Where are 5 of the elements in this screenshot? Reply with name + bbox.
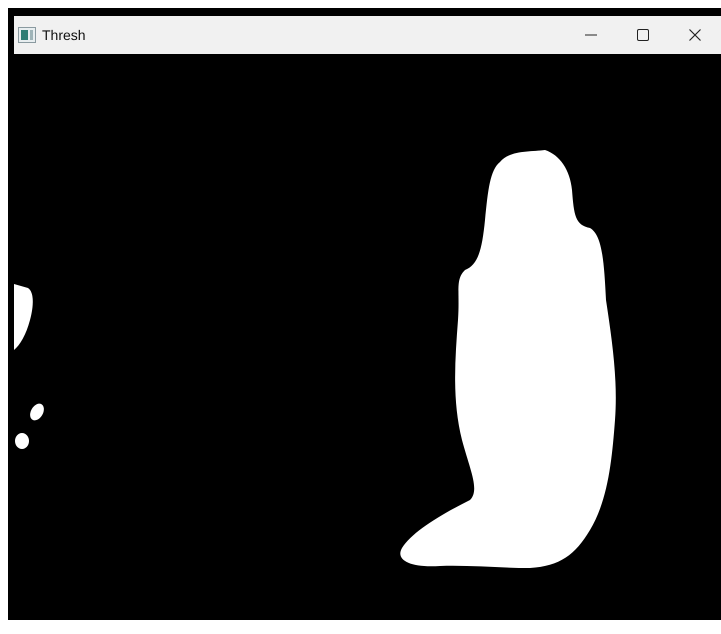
minimize-icon xyxy=(585,34,597,36)
maximize-icon xyxy=(637,29,649,41)
window-title: Thresh xyxy=(42,26,86,44)
close-icon xyxy=(689,29,701,41)
app-icon xyxy=(18,27,36,43)
